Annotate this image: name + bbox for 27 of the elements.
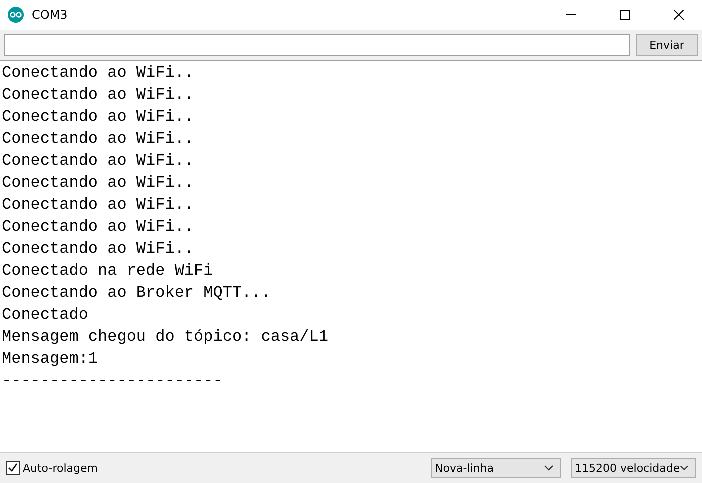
app-logo-icon [8,7,24,23]
output-line: Conectado [2,305,90,326]
output-line: Conectando ao WiFi.. [2,173,196,194]
output-line: Conectando ao WiFi.. [2,85,196,106]
output-line: ----------------------- [2,371,224,392]
maximize-icon[interactable] [620,10,630,20]
output-line: Conectando ao WiFi.. [2,63,196,84]
message-input-field[interactable] [4,34,630,56]
output-line: Conectando ao Broker MQTT... [2,283,272,304]
baud-rate-dropdown[interactable]: 115200 velocidade [571,458,696,478]
output-line: Conectando ao WiFi.. [2,107,196,128]
output-line: Conectando ao WiFi.. [2,217,196,238]
close-icon[interactable] [674,10,684,20]
send-button[interactable]: Enviar [636,34,698,56]
output-line: Conectando ao WiFi.. [2,129,196,150]
caret-icon [544,465,554,471]
output-line: Conectado na rede WiFi [2,261,214,282]
autoscroll-checkbox[interactable] [6,461,20,475]
output-line: Mensagem chegou do tópico: casa/L1 [2,327,330,348]
autoscroll-label: Auto-rolagem [23,462,98,474]
output-line: Conectando ao WiFi.. [2,239,196,260]
output-line: Conectando ao WiFi.. [2,195,196,216]
window-title: COM3 [32,8,69,22]
output-line: Conectando ao WiFi.. [2,151,196,172]
caret-icon [680,465,689,471]
output-line: Mensagem:1 [2,349,100,370]
line-ending-dropdown[interactable]: Nova-linha [431,458,561,478]
